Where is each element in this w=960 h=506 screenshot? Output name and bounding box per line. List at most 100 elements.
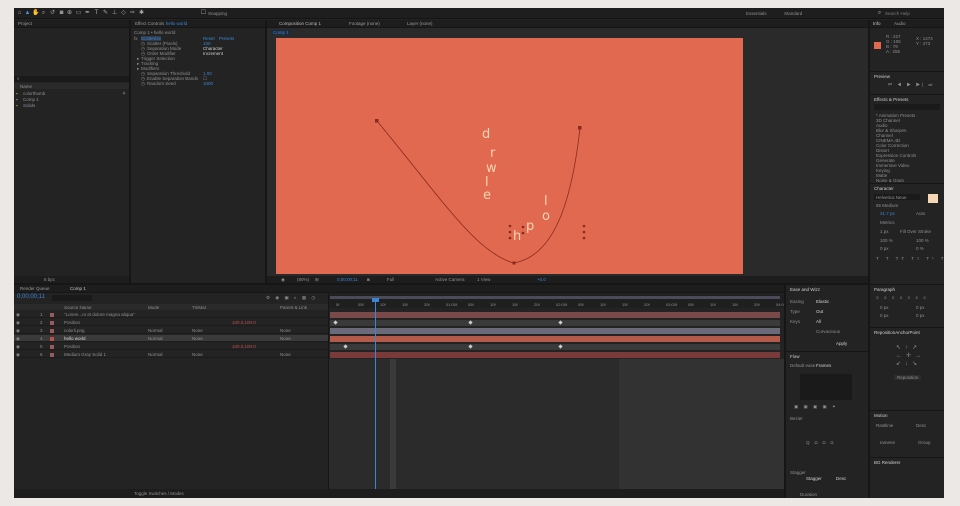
label-color-icon[interactable] <box>50 345 54 349</box>
order-modifier-dropdown[interactable]: Increment <box>203 51 223 56</box>
effect-property-value[interactable]: 1000 <box>203 81 213 86</box>
text-layer-letter[interactable]: o <box>542 210 550 223</box>
layer-parent-dropdown[interactable]: None <box>280 352 291 357</box>
workspace-essentials[interactable]: Essentials <box>746 11 767 16</box>
horizontal-scale-value[interactable]: 100 % <box>916 238 929 243</box>
views-dropdown[interactable]: 1 View <box>477 277 490 282</box>
eraser-tool-icon[interactable]: ◇ <box>120 10 127 17</box>
layer-duration-bar[interactable] <box>330 320 780 326</box>
text-layer-letter[interactable]: d <box>482 128 490 141</box>
exposure-value[interactable]: +0.0 <box>537 277 546 282</box>
zoom-dropdown[interactable]: (80%) <box>297 277 309 282</box>
column-header-parent[interactable]: Parent & Link <box>280 305 307 310</box>
default-ease-dropdown[interactable]: Frames <box>816 363 831 368</box>
resolution-dropdown[interactable]: Full <box>387 277 394 282</box>
type-dropdown[interactable]: Out <box>816 309 823 314</box>
preview-controls-icon[interactable]: ⏮ ◀ ▶ ▶| ⏭ <box>888 82 934 87</box>
layer-name[interactable]: colorli.png <box>64 328 85 333</box>
bpc-label[interactable]: 8 bpc <box>44 277 55 282</box>
label-color-icon[interactable] <box>50 321 54 325</box>
comp-breadcrumb[interactable]: Comp 1 <box>271 30 291 35</box>
font-style-value[interactable]: 65 Medium <box>876 203 898 208</box>
leading-value[interactable]: Auto <box>916 211 925 216</box>
layer-mode-dropdown[interactable]: Normal <box>148 336 163 341</box>
space-after-value[interactable]: 0 px <box>916 313 925 318</box>
project-flowchart-icon[interactable]: ⚘ <box>122 91 126 96</box>
motion-path[interactable] <box>276 38 743 274</box>
flow-curve-graph[interactable] <box>800 374 852 400</box>
brush-tool-icon[interactable]: ✎ <box>102 10 109 17</box>
column-header-mode[interactable]: Mode <box>148 305 159 310</box>
timeline-search[interactable] <box>52 295 92 301</box>
layer-duration-bar[interactable] <box>330 328 780 334</box>
stopwatch-icon[interactable]: ◷ <box>141 81 145 86</box>
tab-audio[interactable]: Audio <box>894 21 906 26</box>
text-style-buttons-icon[interactable]: T T TT Tт T¹ T₁ <box>876 256 944 261</box>
project-search-bar[interactable] <box>14 76 129 82</box>
camera-tool-icon[interactable]: ◙ <box>58 10 65 17</box>
layer-trkmat-dropdown[interactable]: None <box>192 328 203 333</box>
column-header-trkmat[interactable]: TrkMat <box>192 305 206 310</box>
active-camera-dropdown[interactable]: Active Camera <box>435 277 465 282</box>
visibility-eye-icon[interactable]: ◉ <box>16 352 20 357</box>
space-before-value[interactable]: 0 px <box>880 313 889 318</box>
stroke-width-value[interactable]: 1 px <box>880 229 889 234</box>
flow-ease-buttons-icon[interactable]: Q ◘ ◘ ◘ <box>806 440 835 445</box>
layer-duration-bar[interactable] <box>330 312 780 318</box>
align-buttons-icon[interactable]: ≡ ≡ ≡ ≡ ≡ ≡ ≡ <box>876 295 928 300</box>
search-help-field[interactable]: Search Help <box>885 11 910 16</box>
comp-timecode[interactable]: 0;00;00;11 <box>337 277 358 282</box>
snapshot-icon[interactable]: ◉ <box>281 277 285 282</box>
text-layer-letter[interactable]: r <box>490 147 495 160</box>
stroke-mode-dropdown[interactable]: Fill Over Stroke <box>900 229 931 234</box>
layer-row[interactable] <box>14 343 328 350</box>
curvaceous-checkbox[interactable]: Curvaceous <box>816 329 840 334</box>
tab-project[interactable]: Project <box>18 21 32 26</box>
hand-tool-icon[interactable]: ✋ <box>32 10 39 17</box>
project-item[interactable]: Comp 1 <box>23 97 39 102</box>
effects-list-item[interactable]: Noise & Grain <box>876 178 904 182</box>
tsume-value[interactable]: 0 % <box>916 246 924 251</box>
position-value[interactable]: 100.0,100.0 <box>232 320 256 325</box>
label-color-icon[interactable] <box>50 353 54 357</box>
search-icon[interactable]: ⌕ <box>876 10 883 17</box>
reposition-button[interactable]: Reposition <box>894 375 922 380</box>
tab-footage[interactable]: Footage (none) <box>349 21 380 26</box>
expand-arrow-icon[interactable]: ▸ <box>137 66 139 71</box>
flow-preset-buttons-icon[interactable]: ▣ ▣ ▣ ▣ ✦ <box>794 404 838 409</box>
tracking-value[interactable]: Metrics <box>880 220 895 225</box>
desc-dropdown[interactable]: Desc <box>836 476 846 481</box>
playhead[interactable] <box>375 299 376 489</box>
layer-row[interactable] <box>14 311 328 318</box>
selection-tool-icon[interactable]: ▲ <box>24 10 31 17</box>
text-layer-letter[interactable]: e <box>483 189 491 202</box>
tab-effect-controls[interactable]: Effect Controls hello world <box>135 21 187 26</box>
project-item[interactable]: Solids <box>23 103 35 108</box>
text-layer-letter[interactable]: h <box>513 230 521 243</box>
apply-button[interactable]: Apply <box>836 341 847 346</box>
text-layer-letter[interactable]: p <box>526 220 534 233</box>
layer-name[interactable]: hello world <box>64 336 86 341</box>
label-color-icon[interactable] <box>50 329 54 333</box>
layer-name[interactable]: "Lorem...ro et dolore magna aliqua" <box>64 312 135 317</box>
layer-mode-dropdown[interactable]: Normal <box>148 352 163 357</box>
effects-search-input[interactable] <box>874 104 940 110</box>
motion-item[interactable]: Iamene <box>880 440 895 445</box>
tab-render-queue[interactable]: Render Queue <box>20 286 50 291</box>
label-color-icon[interactable] <box>50 313 54 317</box>
layer-parent-dropdown[interactable]: None <box>280 328 291 333</box>
visibility-eye-icon[interactable]: ◉ <box>16 312 20 317</box>
pan-behind-tool-icon[interactable]: ⊕ <box>66 10 73 17</box>
layer-duration-bar[interactable] <box>330 352 780 358</box>
work-area-bar[interactable] <box>330 296 780 299</box>
grid-icon[interactable]: ⊞ <box>315 277 319 282</box>
visibility-eye-icon[interactable]: ◉ <box>16 328 20 333</box>
easing-dropdown[interactable]: Elastic <box>816 299 829 304</box>
motion-item[interactable]: Desc <box>916 423 926 428</box>
pen-tool-icon[interactable]: ✒ <box>84 10 91 17</box>
layer-name[interactable]: Position <box>64 344 80 349</box>
tab-comp-1[interactable]: Comp 1 <box>70 286 86 291</box>
layer-row[interactable] <box>14 319 328 326</box>
clone-stamp-tool-icon[interactable]: ⊥ <box>111 10 118 17</box>
snapping-checkbox-icon[interactable]: ☐ <box>200 10 207 17</box>
